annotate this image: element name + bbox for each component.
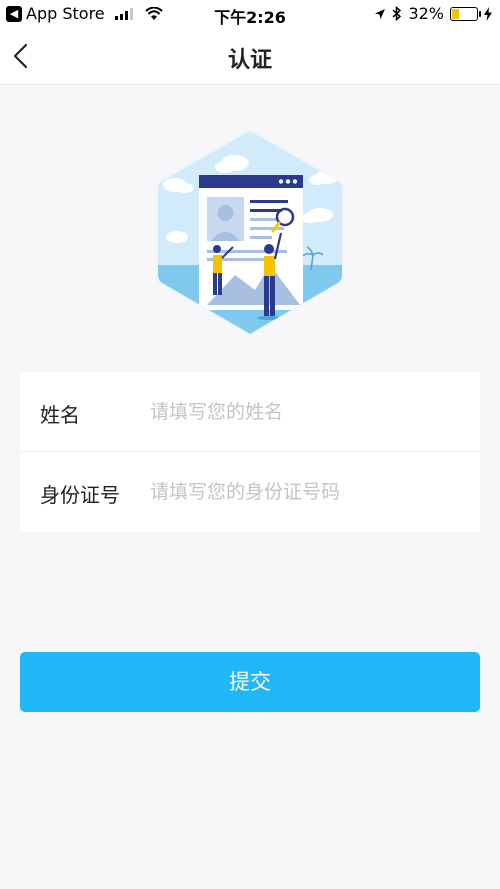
nav-bar: 认证 [0, 28, 500, 85]
submit-button[interactable]: 提交 [20, 652, 480, 712]
verification-illustration [156, 128, 344, 337]
id-number-input[interactable] [148, 472, 462, 512]
page-title: 认证 [227, 48, 272, 73]
location-icon [375, 8, 386, 19]
bluetooth-icon [392, 6, 402, 21]
id-number-row: 身份证号 [20, 452, 480, 531]
status-right: 32% [374, 4, 492, 23]
identity-form: 姓名 身份证号 [20, 372, 480, 532]
status-bar: ◀ App Store 下午2:26 32% [0, 0, 500, 28]
name-input[interactable] [148, 392, 462, 432]
battery-icon [450, 6, 481, 21]
battery-percent: 32% [408, 4, 444, 23]
name-label: 姓名 [40, 403, 80, 427]
name-row: 姓名 [20, 372, 480, 452]
charging-icon [484, 6, 492, 21]
id-number-label: 身份证号 [40, 483, 120, 507]
